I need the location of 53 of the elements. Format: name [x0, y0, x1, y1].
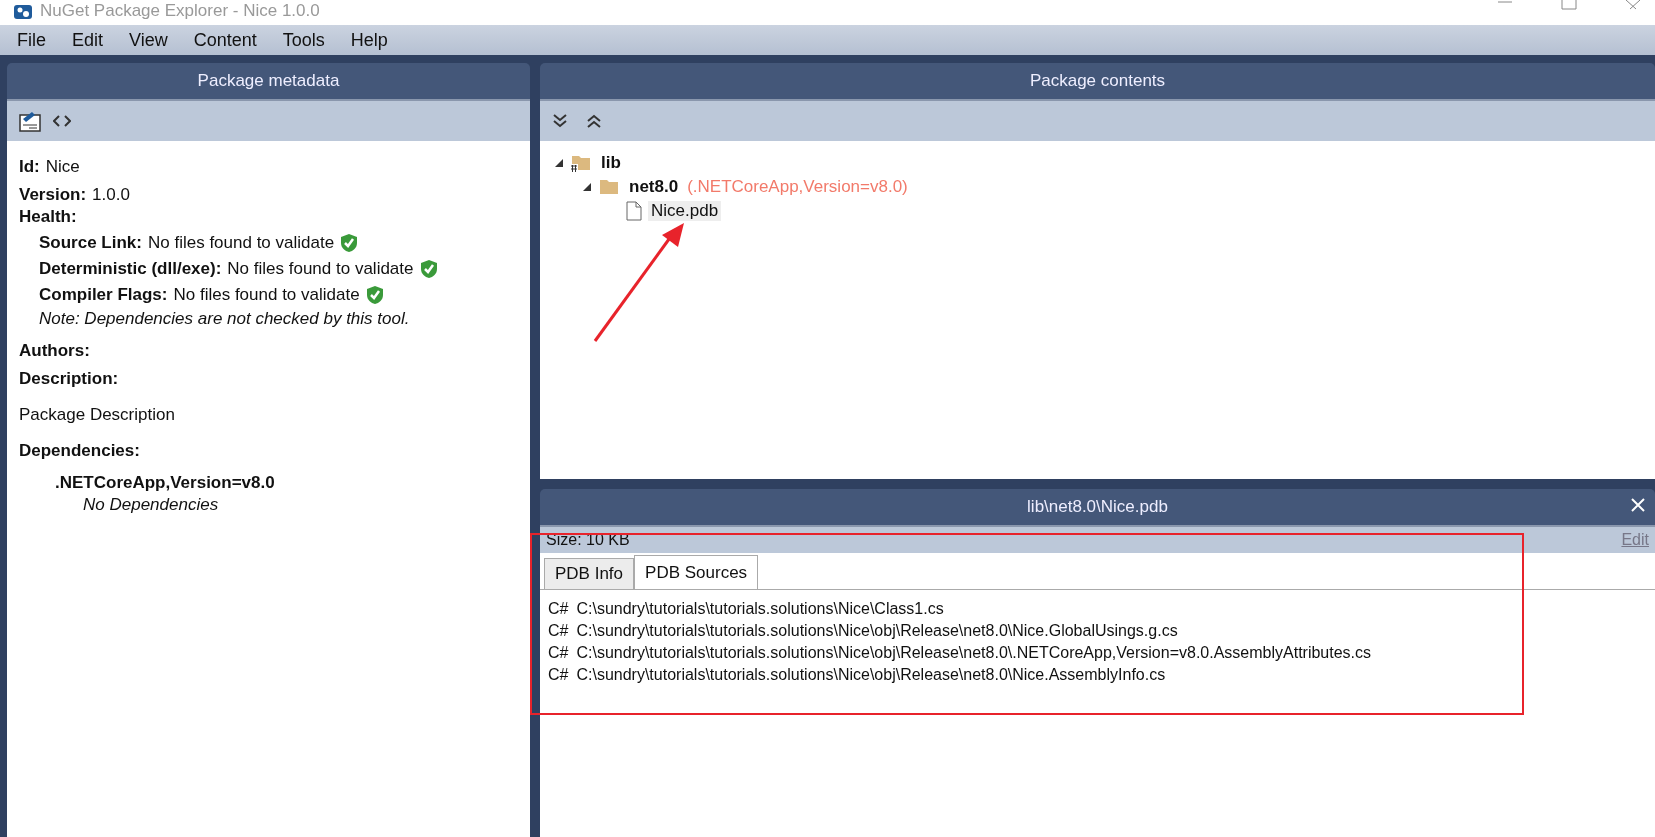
source-path[interactable]: C:\sundry\tutorials\tutorials.solutions\Nice\Class1.cs	[576, 600, 944, 618]
note-text: Note: Dependencies are not checked by this tool.	[39, 309, 410, 329]
menu-item[interactable]: Edit	[59, 29, 117, 51]
section-label: Authors:	[19, 341, 90, 361]
folder-icon	[570, 153, 592, 173]
source-path[interactable]: C:\sundry\tutorials\tutorials.solutions\Nice\obj\Release\net8.0\Nice.GlobalUsings.g.cs	[576, 622, 1178, 640]
field-value: 1.0.0	[92, 185, 130, 205]
file-icon	[626, 201, 642, 221]
check-label: Deterministic (dll/exe):	[39, 259, 222, 279]
source-path[interactable]: C:\sundry\tutorials\tutorials.solutions\Nice\obj\Release\net8.0\Nice.AssemblyInfo.cs	[576, 666, 1166, 684]
language-label: C#	[548, 622, 569, 640]
window-title: NuGet Package Explorer - Nice 1.0.0	[40, 1, 320, 22]
section-label: Dependencies:	[19, 441, 140, 461]
folder-tree-item[interactable]: net8.0	[626, 177, 682, 197]
source-path[interactable]: C:\sundry\tutorials\tutorials.solutions\Nice\obj\Release\net8.0\.NETCoreApp,Version=v8.0.AssemblyAttributes.cs	[576, 644, 1372, 662]
language-label: C#	[548, 644, 569, 662]
expanded-triangle-icon[interactable]	[582, 182, 592, 192]
menu-item[interactable]: Help	[337, 29, 401, 51]
menu-item[interactable]: File	[4, 29, 59, 51]
check-value: No files found to validate	[173, 285, 360, 305]
collapse-all-icon[interactable]	[586, 113, 602, 129]
check-label: Compiler Flags:	[39, 285, 168, 305]
language-label: C#	[548, 600, 569, 618]
field-label: Id:	[19, 157, 40, 177]
check-label: Source Link:	[39, 233, 142, 253]
folder-icon	[598, 177, 620, 197]
dependency-note: No Dependencies	[83, 495, 219, 515]
expand-all-icon[interactable]	[552, 113, 568, 129]
framework-name: .NETCoreApp,Version=v8.0	[55, 473, 275, 493]
framework-label: (.NETCoreApp,Version=v8.0)	[687, 177, 908, 197]
app-logo-icon	[14, 5, 32, 19]
menu-item[interactable]: Tools	[269, 29, 338, 51]
menu-item[interactable]: View	[116, 29, 181, 51]
check-value: No files found to validate	[227, 259, 414, 279]
edit-form-icon[interactable]	[19, 110, 41, 132]
panel-title: Package metadata	[197, 71, 340, 91]
panel-title: Package contents	[1029, 71, 1166, 91]
close-icon[interactable]	[1625, 0, 1641, 10]
pane-title: lib\net8.0\Nice.pdb	[1027, 497, 1168, 517]
expanded-triangle-icon[interactable]	[554, 158, 564, 168]
folder-tree-item[interactable]: lib	[598, 153, 624, 173]
description-text: Package Description	[19, 405, 175, 425]
code-icon[interactable]	[53, 114, 71, 128]
check-value: No files found to validate	[147, 233, 335, 253]
menu-item[interactable]: Content	[180, 29, 270, 51]
language-label: C#	[548, 666, 569, 684]
section-label: Description:	[19, 369, 119, 389]
field-label: Version:	[19, 185, 87, 205]
tab[interactable]: PDB Sources	[634, 555, 759, 589]
section-label: Health:	[19, 207, 77, 227]
field-value: Nice	[45, 157, 80, 177]
tab[interactable]: PDB Info	[544, 558, 635, 589]
file-tree-item[interactable]: Nice.pdb	[648, 201, 722, 221]
